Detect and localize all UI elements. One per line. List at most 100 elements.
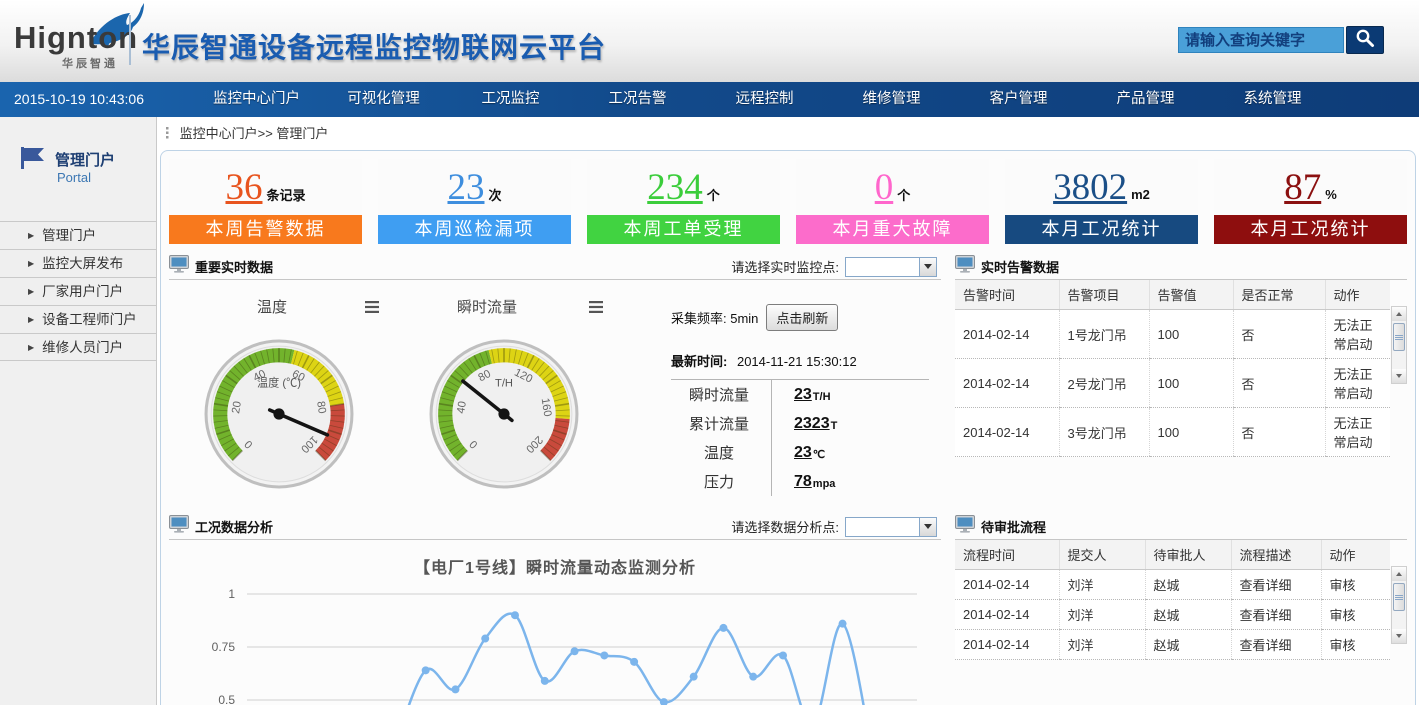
monitor-point-select[interactable] (845, 257, 937, 277)
alarm-table-header: 告警时间告警项目告警值是否正常动作 (955, 280, 1390, 310)
column-header[interactable]: 流程时间 (955, 540, 1059, 570)
dropdown-arrow-icon[interactable] (919, 518, 936, 536)
context-menu-icon[interactable] (589, 300, 603, 318)
reading-value[interactable]: 78 (794, 473, 812, 491)
nav-item[interactable]: 维修管理 (828, 82, 955, 117)
stat-card: 87 % 本月工况统计 (1214, 159, 1407, 244)
flow-review-link[interactable]: 审核 (1321, 630, 1390, 660)
scroll-down-icon[interactable] (1392, 369, 1406, 383)
table-row[interactable]: 2014-02-14 刘洋 赵城 查看详细 审核 (955, 600, 1390, 630)
stat-value-link[interactable]: 0 (875, 169, 894, 206)
nav-item[interactable]: 监控中心门户 (193, 82, 320, 117)
stat-value-link[interactable]: 3802 (1053, 169, 1127, 206)
sidebar-item[interactable]: ▶管理门户 (0, 221, 156, 249)
reading-value[interactable]: 23 (794, 386, 812, 404)
scroll-up-icon[interactable] (1392, 567, 1406, 581)
column-header[interactable]: 告警时间 (955, 280, 1059, 310)
alarm-value: 100 (1149, 359, 1233, 408)
sidebar-item[interactable]: ▶维修人员门户 (0, 333, 156, 361)
dropdown-arrow-icon[interactable] (919, 258, 936, 276)
nav-item[interactable]: 客户管理 (955, 82, 1082, 117)
nav-item[interactable]: 系统管理 (1209, 82, 1336, 117)
sidebar-item[interactable]: ▶监控大屏发布 (0, 249, 156, 277)
analysis-point-select[interactable] (845, 517, 937, 537)
nav-item[interactable]: 工况告警 (574, 82, 701, 117)
column-header[interactable]: 是否正常 (1233, 280, 1325, 310)
column-header[interactable]: 动作 (1325, 280, 1390, 310)
table-row[interactable]: 2014-02-14 1号龙门吊 100 否 无法正常启动 (955, 310, 1390, 359)
latest-time-value: 2014-11-21 15:30:12 (737, 354, 857, 369)
sidebar-item[interactable]: ▶厂家用户门户 (0, 277, 156, 305)
gauge-flow-title: 瞬时流量 (457, 296, 517, 317)
stat-card-top: 3802 m2 (1005, 159, 1198, 215)
column-header[interactable]: 流程描述 (1231, 540, 1321, 570)
stat-value-link[interactable]: 36 (225, 169, 262, 206)
stat-label-bar[interactable]: 本周巡检漏项 (378, 215, 571, 244)
stat-unit: 个 (897, 185, 910, 204)
nav-item[interactable]: 产品管理 (1082, 82, 1209, 117)
arrow-right-icon: ▶ (28, 287, 34, 296)
monitor-icon (955, 515, 975, 538)
stat-label-bar[interactable]: 本月工况统计 (1214, 215, 1407, 244)
scroll-thumb[interactable] (1393, 323, 1405, 351)
column-header[interactable]: 告警值 (1149, 280, 1233, 310)
scroll-up-icon[interactable] (1392, 307, 1406, 321)
nav-item[interactable]: 远程控制 (701, 82, 828, 117)
flow-detail-link[interactable]: 查看详细 (1231, 600, 1321, 630)
flow-detail-link[interactable]: 查看详细 (1231, 630, 1321, 660)
table-row[interactable]: 2014-02-14 刘洋 赵城 查看详细 审核 (955, 570, 1390, 600)
scrollbar[interactable] (1391, 306, 1407, 384)
scroll-down-icon[interactable] (1392, 629, 1406, 643)
monitor-icon (955, 255, 975, 278)
column-header[interactable]: 动作 (1321, 540, 1390, 570)
flow-review-link[interactable]: 审核 (1321, 600, 1390, 630)
context-menu-icon[interactable] (365, 300, 379, 318)
column-header[interactable]: 待审批人 (1145, 540, 1231, 570)
stat-unit: 次 (488, 185, 501, 204)
arrow-right-icon: ▶ (28, 315, 34, 324)
table-row[interactable]: 2014-02-14 刘洋 赵城 查看详细 审核 (955, 630, 1390, 660)
stat-label-bar[interactable]: 本周工单受理 (587, 215, 780, 244)
column-header[interactable]: 提交人 (1059, 540, 1145, 570)
stat-value-link[interactable]: 23 (447, 169, 484, 206)
logo-text: Hignton (14, 20, 138, 56)
nav-item[interactable]: 工况监控 (447, 82, 574, 117)
sidebar-item-label: 设备工程师门户 (42, 312, 137, 327)
stat-value-link[interactable]: 234 (647, 169, 703, 206)
flow-approver: 赵城 (1145, 570, 1231, 600)
alarm-table-wrap: 告警时间告警项目告警值是否正常动作 2014-02-14 1号龙门吊 100 否… (955, 280, 1407, 457)
alarm-action: 无法正常启动 (1325, 408, 1390, 457)
scroll-thumb[interactable] (1393, 583, 1405, 611)
reading-value-cell: 23 T/H (771, 380, 831, 409)
flow-review-link[interactable]: 审核 (1321, 570, 1390, 600)
search-button[interactable] (1346, 26, 1384, 54)
scrollbar[interactable] (1391, 566, 1407, 644)
sidebar-item[interactable]: ▶ 设备工程师门户 (0, 305, 156, 333)
breadcrumb-text: 监控中心门户>> 管理门户 (180, 126, 329, 141)
gauge-temp-title: 温度 (257, 296, 287, 317)
table-row[interactable]: 2014-02-14 3号龙门吊 100 否 无法正常启动 (955, 408, 1390, 457)
refresh-button[interactable]: 点击刷新 (766, 304, 838, 331)
flow-detail-link[interactable]: 查看详细 (1231, 570, 1321, 600)
nav-item[interactable]: 可视化管理 (320, 82, 447, 117)
stat-label-bar[interactable]: 本月重大故障 (796, 215, 989, 244)
reading-unit: T (831, 420, 838, 432)
reading-value[interactable]: 2323 (794, 415, 830, 433)
arrow-right-icon: ▶ (28, 259, 34, 268)
alarm-time: 2014-02-14 (955, 310, 1059, 359)
panel-row-1: 重要实时数据 请选择实时监控点: 温度 瞬时流量 (169, 254, 1407, 508)
table-row[interactable]: 2014-02-14 2号龙门吊 100 否 无法正常启动 (955, 359, 1390, 408)
alarm-value: 100 (1149, 310, 1233, 359)
chart-title: 【电厂1号线】瞬时流量动态监测分析 (169, 554, 941, 578)
search-input[interactable] (1178, 27, 1344, 53)
stat-label-bar[interactable]: 本周告警数据 (169, 215, 362, 244)
sidebar: 管理门户 Portal ▶管理门户 ▶监控大屏发布 ▶厂家用户门户 ▶设备工程师… (0, 117, 157, 705)
reading-value-cell: 2323 T (771, 409, 837, 438)
approval-table: 流程时间提交人待审批人流程描述动作 2014-02-14 刘洋 赵城 查看详细 … (955, 540, 1390, 660)
stat-value-link[interactable]: 87 (1284, 169, 1321, 206)
reading-value[interactable]: 23 (794, 444, 812, 462)
analysis-panel: 工况数据分析 请选择数据分析点: 【电厂1号线】瞬时流量动态监测分析 0.50.… (169, 514, 941, 705)
column-header[interactable]: 告警项目 (1059, 280, 1149, 310)
reading-row: 累计流量 2323 T (671, 409, 929, 438)
stat-label-bar[interactable]: 本月工况统计 (1005, 215, 1198, 244)
